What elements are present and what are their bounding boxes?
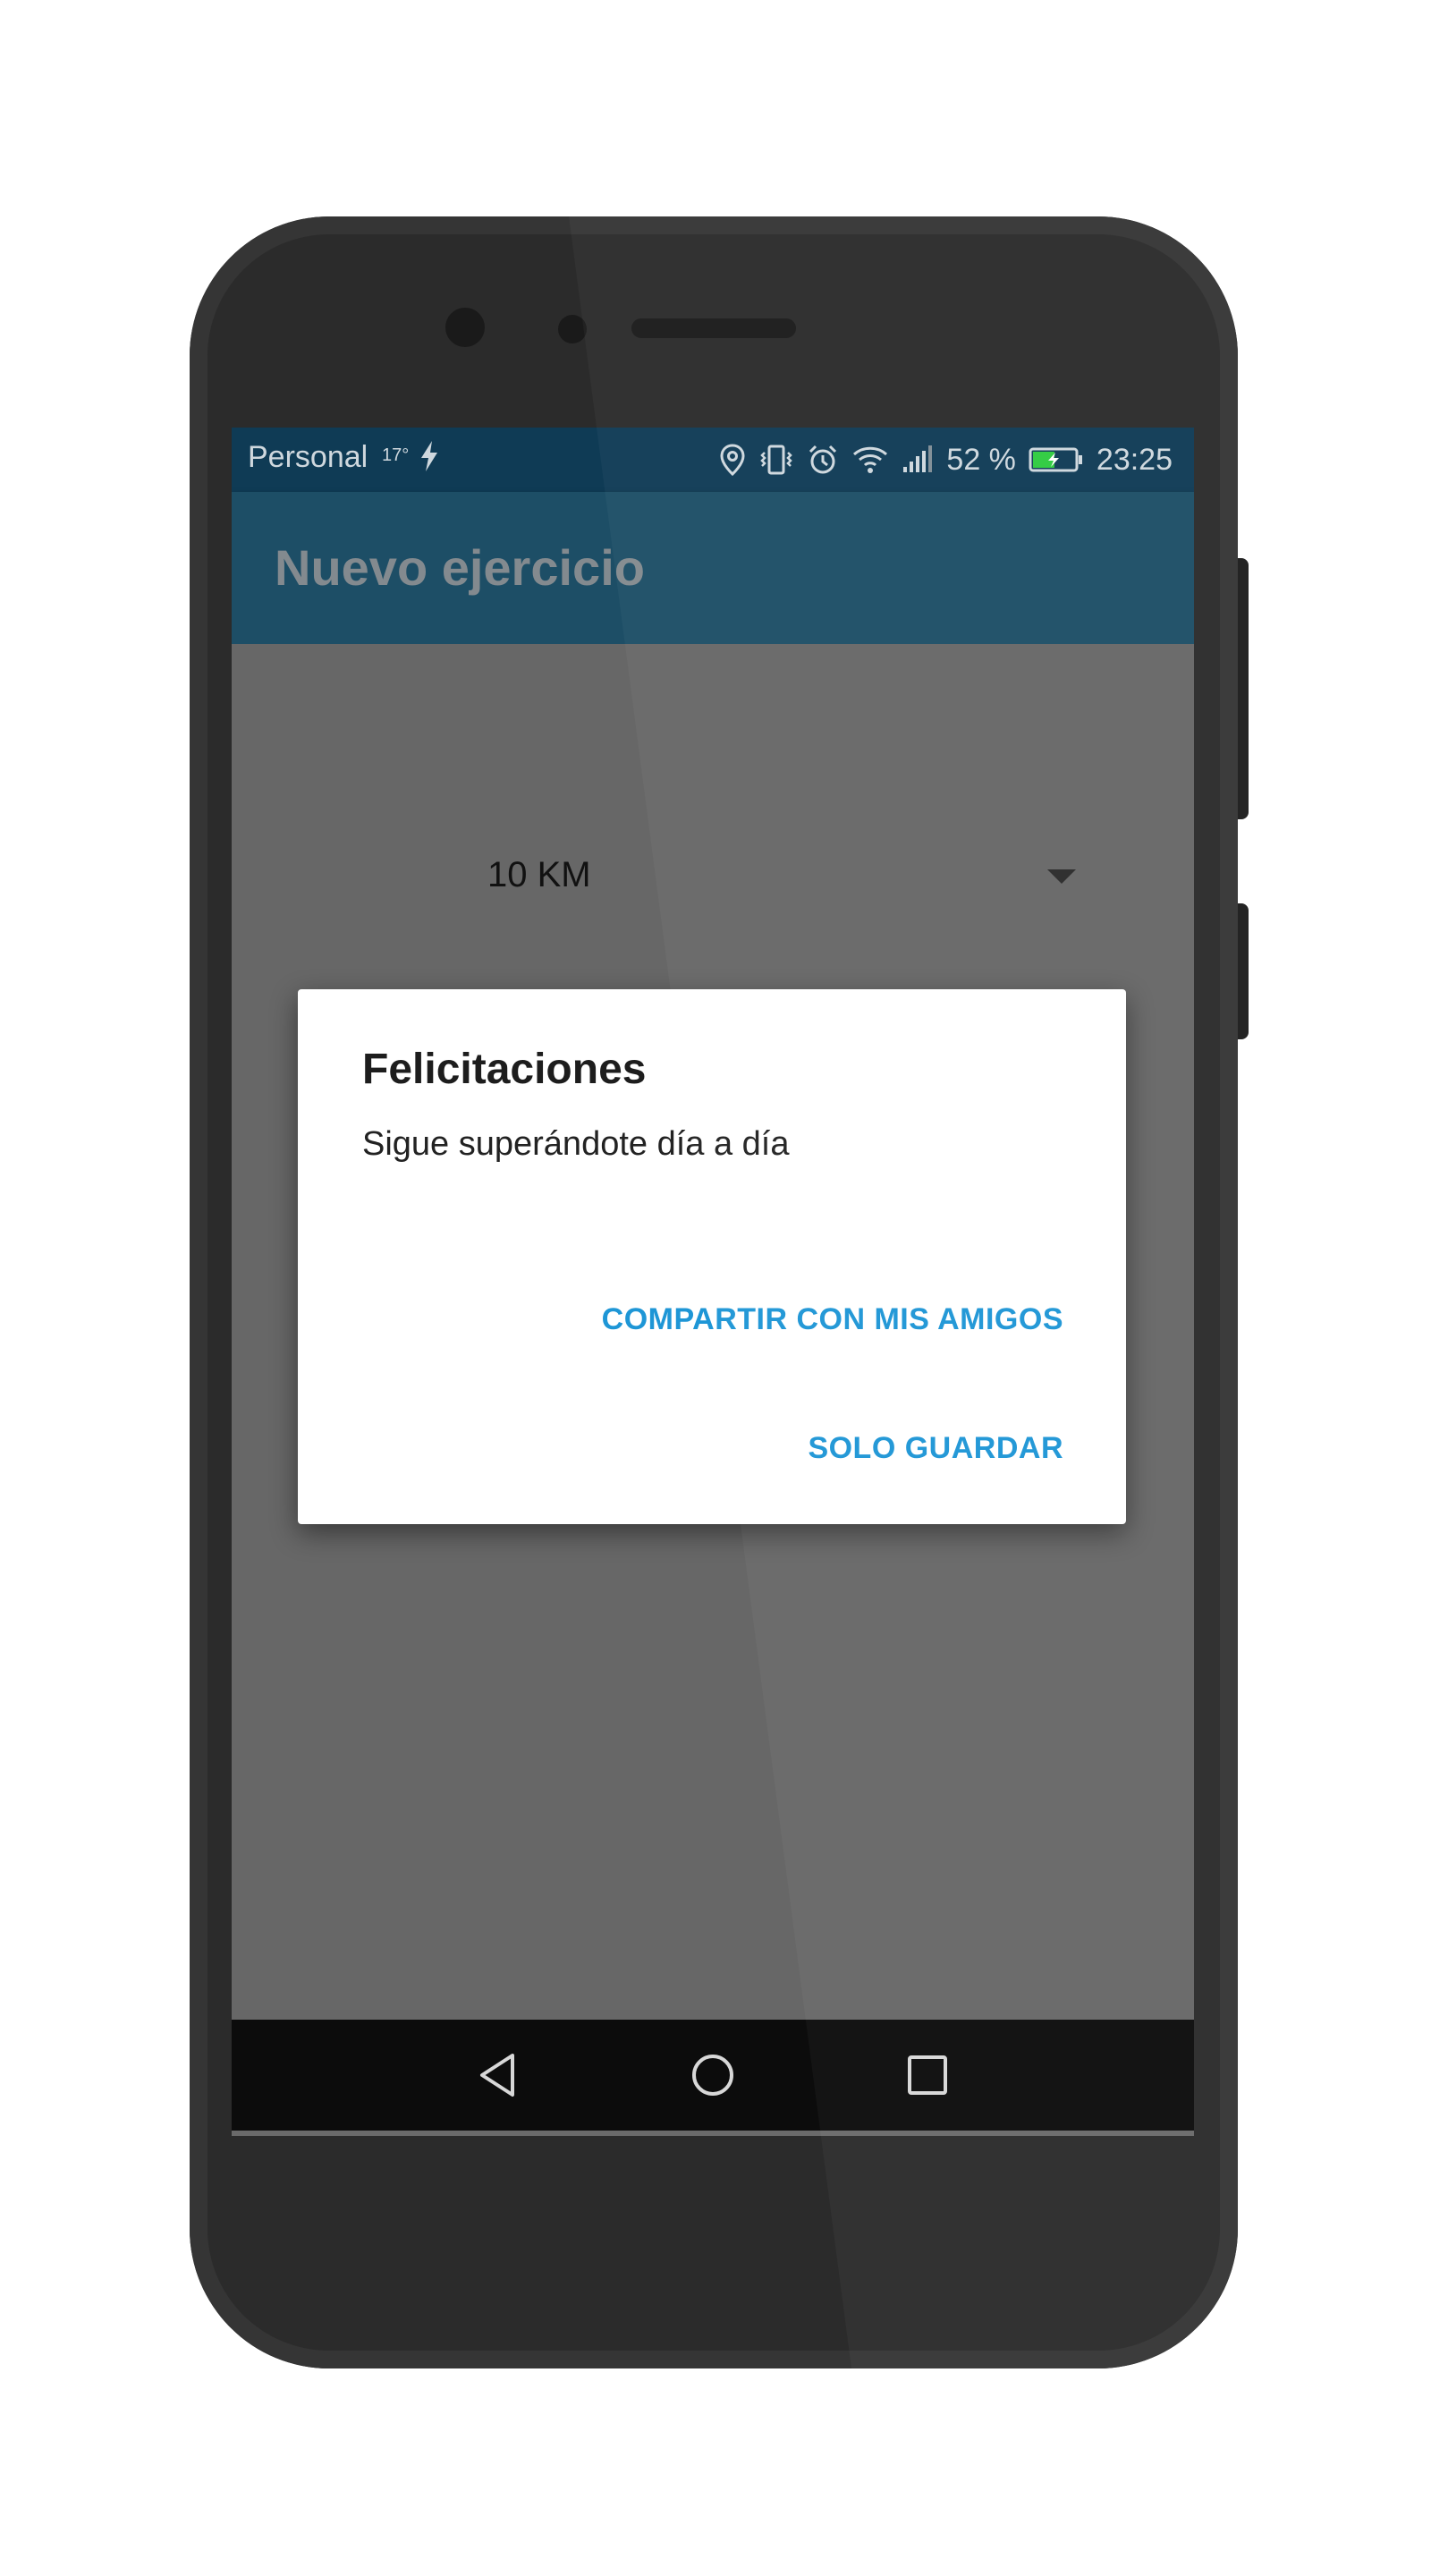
- status-bar: Personal 17° 52 % 23:25: [232, 428, 1194, 492]
- temperature-label: 17°: [382, 445, 410, 465]
- save-only-button[interactable]: SOLO GUARDAR: [808, 1431, 1063, 1466]
- dialog-title: Felicitaciones: [362, 1046, 647, 1093]
- status-icons: 52 % 23:25: [719, 438, 1173, 481]
- signal-icon: [902, 444, 934, 476]
- location-icon: [719, 444, 746, 476]
- wifi-icon: [851, 444, 889, 476]
- clock: 23:25: [1096, 442, 1173, 477]
- dialog-message: Sigue superándote día a día: [362, 1125, 790, 1163]
- carrier-label: Personal: [248, 440, 368, 474]
- home-icon[interactable]: [686, 2048, 740, 2102]
- distance-select-value[interactable]: 10 KM: [487, 855, 591, 895]
- front-camera: [445, 308, 485, 347]
- share-with-friends-button[interactable]: COMPARTIR CON MIS AMIGOS: [602, 1302, 1063, 1337]
- back-icon[interactable]: [471, 2048, 525, 2102]
- battery-percent: 52 %: [946, 442, 1016, 477]
- bolt-icon: [418, 440, 441, 479]
- battery-icon: [1029, 446, 1084, 473]
- volume-button: [1238, 558, 1249, 819]
- screen: Personal 17° 52 % 23:25 Nuevo ejercicio …: [232, 428, 1194, 2136]
- proximity-sensor: [558, 315, 587, 343]
- page-title: Nuevo ejercicio: [275, 539, 645, 596]
- alarm-icon: [807, 444, 839, 476]
- page: Personal 17° 52 % 23:25 Nuevo ejercicio …: [0, 0, 1431, 2576]
- navigation-bar: [232, 2020, 1194, 2131]
- congratulations-dialog: Felicitaciones Sigue superándote día a d…: [298, 989, 1126, 1524]
- earpiece-speaker: [631, 318, 796, 338]
- app-bar: Nuevo ejercicio: [232, 492, 1194, 644]
- chevron-down-icon[interactable]: [1047, 869, 1076, 884]
- power-button: [1238, 903, 1249, 1039]
- recents-icon[interactable]: [901, 2048, 954, 2102]
- vibrate-icon: [758, 444, 794, 476]
